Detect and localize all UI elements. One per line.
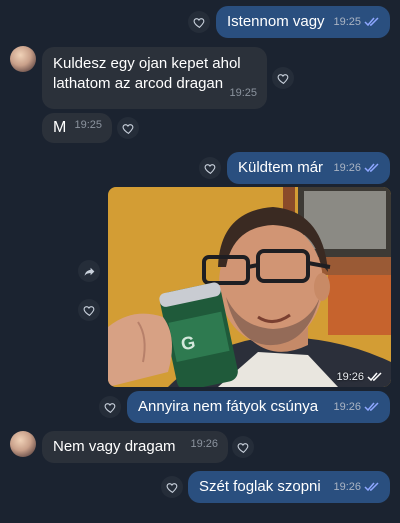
message-text: Kuldesz egy ojan kepet ahol lathatom az …	[53, 55, 241, 92]
message-meta: 19:26	[333, 397, 380, 417]
contact-avatar[interactable]	[10, 431, 36, 457]
message-time: 19:26	[333, 401, 361, 413]
heart-icon	[193, 17, 204, 28]
double-check-icon	[364, 17, 379, 27]
react-heart-button[interactable]	[232, 436, 254, 458]
heart-icon	[83, 305, 94, 316]
message-text: Istennom vagy	[227, 13, 325, 30]
message-text: Annyira nem fátyok csúnya	[138, 398, 319, 415]
chat-thread: Istennom vagy 19:25 Kuldesz egy ojan kep…	[0, 0, 400, 523]
double-check-icon	[364, 402, 379, 412]
react-heart-button[interactable]	[99, 396, 121, 418]
message-meta: 19:25	[74, 115, 102, 135]
react-heart-button[interactable]	[161, 476, 183, 498]
message-time: 19:26	[333, 481, 361, 493]
message-bubble-outgoing[interactable]: Annyira nem fátyok csúnya 19:26	[127, 391, 390, 423]
message-time: 19:26	[333, 162, 361, 174]
message-bubble-outgoing[interactable]: Szét foglak szopni 19:26	[188, 471, 390, 503]
heart-icon	[204, 163, 215, 174]
message-meta: 19:26	[336, 371, 383, 383]
message-time: 19:26	[190, 438, 218, 450]
react-heart-button[interactable]	[117, 117, 139, 139]
message-meta: 19:26	[190, 434, 218, 454]
message-time: 19:25	[229, 87, 257, 99]
heart-icon	[122, 123, 133, 134]
double-check-icon	[364, 163, 379, 173]
react-heart-button[interactable]	[188, 11, 210, 33]
double-check-icon	[364, 482, 379, 492]
heart-icon	[237, 442, 248, 453]
message-meta: 19:26	[333, 477, 380, 497]
double-check-icon	[367, 372, 382, 382]
message-bubble-incoming[interactable]: Nem vagy dragam 19:26	[42, 431, 228, 463]
message-text: Szét foglak szopni	[199, 478, 321, 495]
contact-avatar[interactable]	[10, 46, 36, 72]
message-meta: 19:25	[333, 12, 380, 32]
message-text: Nem vagy dragam	[53, 438, 176, 455]
message-text: Küldtem már	[238, 159, 324, 176]
message-bubble-outgoing[interactable]: Küldtem már 19:26	[227, 152, 390, 184]
share-button[interactable]	[78, 260, 100, 282]
message-bubble-incoming[interactable]: M 19:25	[42, 113, 112, 143]
message-bubble-incoming[interactable]: Kuldesz egy ojan kepet ahol lathatom az …	[42, 47, 267, 109]
heart-icon	[104, 402, 115, 413]
message-meta: 19:25	[229, 83, 257, 103]
message-time: 19:26	[336, 371, 364, 383]
react-heart-button[interactable]	[78, 299, 100, 321]
message-text: M	[53, 119, 67, 136]
heart-icon	[166, 482, 177, 493]
message-bubble-outgoing[interactable]: Istennom vagy 19:25	[216, 6, 390, 38]
message-meta: 19:26	[333, 158, 380, 178]
react-heart-button[interactable]	[272, 67, 294, 89]
message-time: 19:25	[333, 16, 361, 28]
forward-arrow-icon	[84, 267, 94, 276]
react-heart-button[interactable]	[199, 157, 221, 179]
heart-icon	[277, 73, 288, 84]
photo-message[interactable]: G 19:26	[108, 187, 391, 387]
selfie-photo: G	[108, 187, 391, 387]
message-time: 19:25	[74, 119, 102, 131]
